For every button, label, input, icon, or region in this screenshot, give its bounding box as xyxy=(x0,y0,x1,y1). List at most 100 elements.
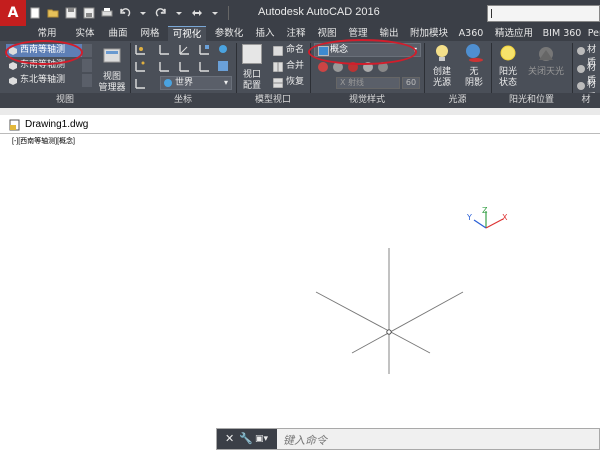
tab-a360[interactable]: A360 xyxy=(457,26,485,41)
panel-title-materials[interactable]: 材 xyxy=(572,93,600,108)
ucs-world-icon[interactable] xyxy=(158,42,174,58)
save-icon[interactable] xyxy=(64,6,78,20)
search-input[interactable] xyxy=(487,5,600,22)
undo-dropdown-icon[interactable] xyxy=(136,6,150,20)
panel-title-view[interactable]: 视图 xyxy=(0,93,130,108)
ucs-3point-icon[interactable] xyxy=(134,59,150,75)
tab-visualize[interactable]: 可视化 xyxy=(168,26,206,41)
create-light-label-1: 创建 xyxy=(432,67,451,77)
panel-title-model-viewports[interactable]: 模型视口 xyxy=(236,93,310,108)
ucs-object-icon[interactable] xyxy=(158,59,174,75)
xray-icon[interactable] xyxy=(318,62,328,72)
ucs-origin-icon[interactable] xyxy=(178,42,194,58)
sky-off-button[interactable]: 关闭天光 xyxy=(526,42,566,78)
panel-title-coords[interactable]: 坐标 xyxy=(130,93,236,108)
restore-viewports-icon xyxy=(273,78,283,88)
view-list-scroller[interactable] xyxy=(82,44,92,89)
ucs-face-icon[interactable] xyxy=(178,59,194,75)
window-title: Autodesk AutoCAD 2016 xyxy=(258,6,380,18)
shadow-label-2: 阴影 xyxy=(464,78,483,88)
document-tab[interactable]: Drawing1.dwg xyxy=(9,117,88,133)
sky-off-label: 关闭天光 xyxy=(527,67,564,77)
save-as-icon[interactable] xyxy=(82,6,96,20)
open-folder-icon[interactable] xyxy=(46,6,60,20)
panel-title-sun-location[interactable]: 阳光和位置 xyxy=(491,93,572,108)
sun-status-button[interactable]: 阳光 状态 xyxy=(494,42,522,89)
shadow-sphere-icon xyxy=(463,42,485,64)
restore-viewports-button[interactable]: 恢复 xyxy=(272,76,304,89)
tab-solid[interactable]: 实体 xyxy=(72,26,98,41)
shadow-toggle-button[interactable]: 无 阴影 xyxy=(460,42,488,89)
command-history-icon[interactable]: ▣▾ xyxy=(255,434,268,444)
tab-annotate[interactable]: 注释 xyxy=(283,26,309,41)
view-item-ne-iso[interactable]: 东北等轴测 xyxy=(6,74,84,87)
sun-status-label-2: 状态 xyxy=(498,78,517,88)
autocad-logo-icon[interactable]: A xyxy=(0,0,26,26)
ucs-x-label: X xyxy=(502,213,508,222)
workspace-switch-icon[interactable] xyxy=(190,6,204,20)
shadow-label-1: 无 xyxy=(469,67,479,77)
highlight-ellipse-view xyxy=(5,40,83,65)
ucs-icon[interactable] xyxy=(134,42,150,58)
tab-mesh[interactable]: 网格 xyxy=(137,26,163,41)
join-viewports-label: 合并 xyxy=(286,61,305,71)
undo-icon[interactable] xyxy=(118,6,132,20)
drawing-canvas[interactable]: Z Y X xyxy=(0,134,600,450)
panel-title-bar: 视图 坐标 模型视口 视觉样式 光源 阳光和位置 材 xyxy=(0,93,600,108)
ucs-zaxis-icon[interactable] xyxy=(198,42,214,58)
panel-title-visual-styles[interactable]: 视觉样式 xyxy=(310,93,424,108)
view-manager-button[interactable]: 视图 管理器 xyxy=(97,46,127,94)
tab-home[interactable]: 常用 xyxy=(30,26,64,41)
view-manager-label-1: 视图 xyxy=(102,72,121,82)
viewport-config-label-1: 视口 xyxy=(242,70,261,80)
quick-access-toolbar xyxy=(28,4,231,22)
iso-view-icon xyxy=(9,77,17,85)
join-viewports-button[interactable]: 合并 xyxy=(272,60,304,73)
tab-parametric[interactable]: 参数化 xyxy=(211,26,247,41)
tab-featured-apps[interactable]: 精选应用 xyxy=(491,26,537,41)
tab-insert[interactable]: 插入 xyxy=(252,26,278,41)
close-icon[interactable]: ✕ xyxy=(225,432,234,445)
tab-view[interactable]: 视图 xyxy=(314,26,340,41)
iso-view-icon xyxy=(9,62,17,70)
ucs-named-icon[interactable] xyxy=(134,76,150,92)
ucs-axis-icon: Z Y X xyxy=(466,206,508,229)
wrench-icon[interactable]: 🔧 xyxy=(239,432,253,445)
create-light-label-2: 光源 xyxy=(432,78,451,88)
redo-dropdown-icon[interactable] xyxy=(172,6,186,20)
viewport-config-icon xyxy=(242,44,262,64)
viewport-config-button[interactable]: 视口 配置 xyxy=(239,42,265,92)
crosshair-cursor xyxy=(315,248,464,374)
named-viewports-button[interactable]: 命名 xyxy=(272,44,304,57)
redo-icon[interactable] xyxy=(154,6,168,20)
tab-performance[interactable]: Perf xyxy=(586,26,600,41)
ribbon-gap xyxy=(0,108,600,115)
sun-icon xyxy=(497,42,519,64)
named-viewports-label: 命名 xyxy=(286,45,305,55)
xray-opacity-value[interactable]: 60 xyxy=(402,77,420,89)
tab-bim360[interactable]: BIM 360 xyxy=(542,26,582,41)
join-viewports-icon xyxy=(273,62,283,72)
sun-status-label-1: 阳光 xyxy=(498,67,517,77)
document-tab-label: Drawing1.dwg xyxy=(25,119,89,130)
tab-surface[interactable]: 曲面 xyxy=(105,26,131,41)
dwg-file-icon xyxy=(9,119,20,131)
view-item-label: 东北等轴测 xyxy=(20,75,66,85)
command-input[interactable]: 键入命令 xyxy=(283,432,327,448)
app-logo-letter: A xyxy=(7,5,19,21)
highlight-ellipse-visual-style xyxy=(308,39,417,65)
ucs-settings-icon[interactable] xyxy=(216,59,232,75)
xray-opacity-field[interactable]: X 射线 xyxy=(336,77,400,89)
light-bulb-icon xyxy=(431,42,453,64)
panel-title-lights[interactable]: 光源 xyxy=(424,93,491,108)
ucs-y-label: Y xyxy=(466,213,472,222)
ucs-x-icon[interactable] xyxy=(198,59,214,75)
print-icon[interactable] xyxy=(100,6,114,20)
ucs-view-icon[interactable] xyxy=(216,42,232,58)
ucs-world-combo[interactable]: 世界 xyxy=(160,76,232,90)
named-viewports-icon xyxy=(273,46,283,56)
create-light-button[interactable]: 创建 光源 xyxy=(428,42,456,89)
tab-addins[interactable]: 附加模块 xyxy=(407,26,451,41)
new-file-icon[interactable] xyxy=(28,6,42,20)
qat-dropdown-icon[interactable] xyxy=(208,6,222,20)
